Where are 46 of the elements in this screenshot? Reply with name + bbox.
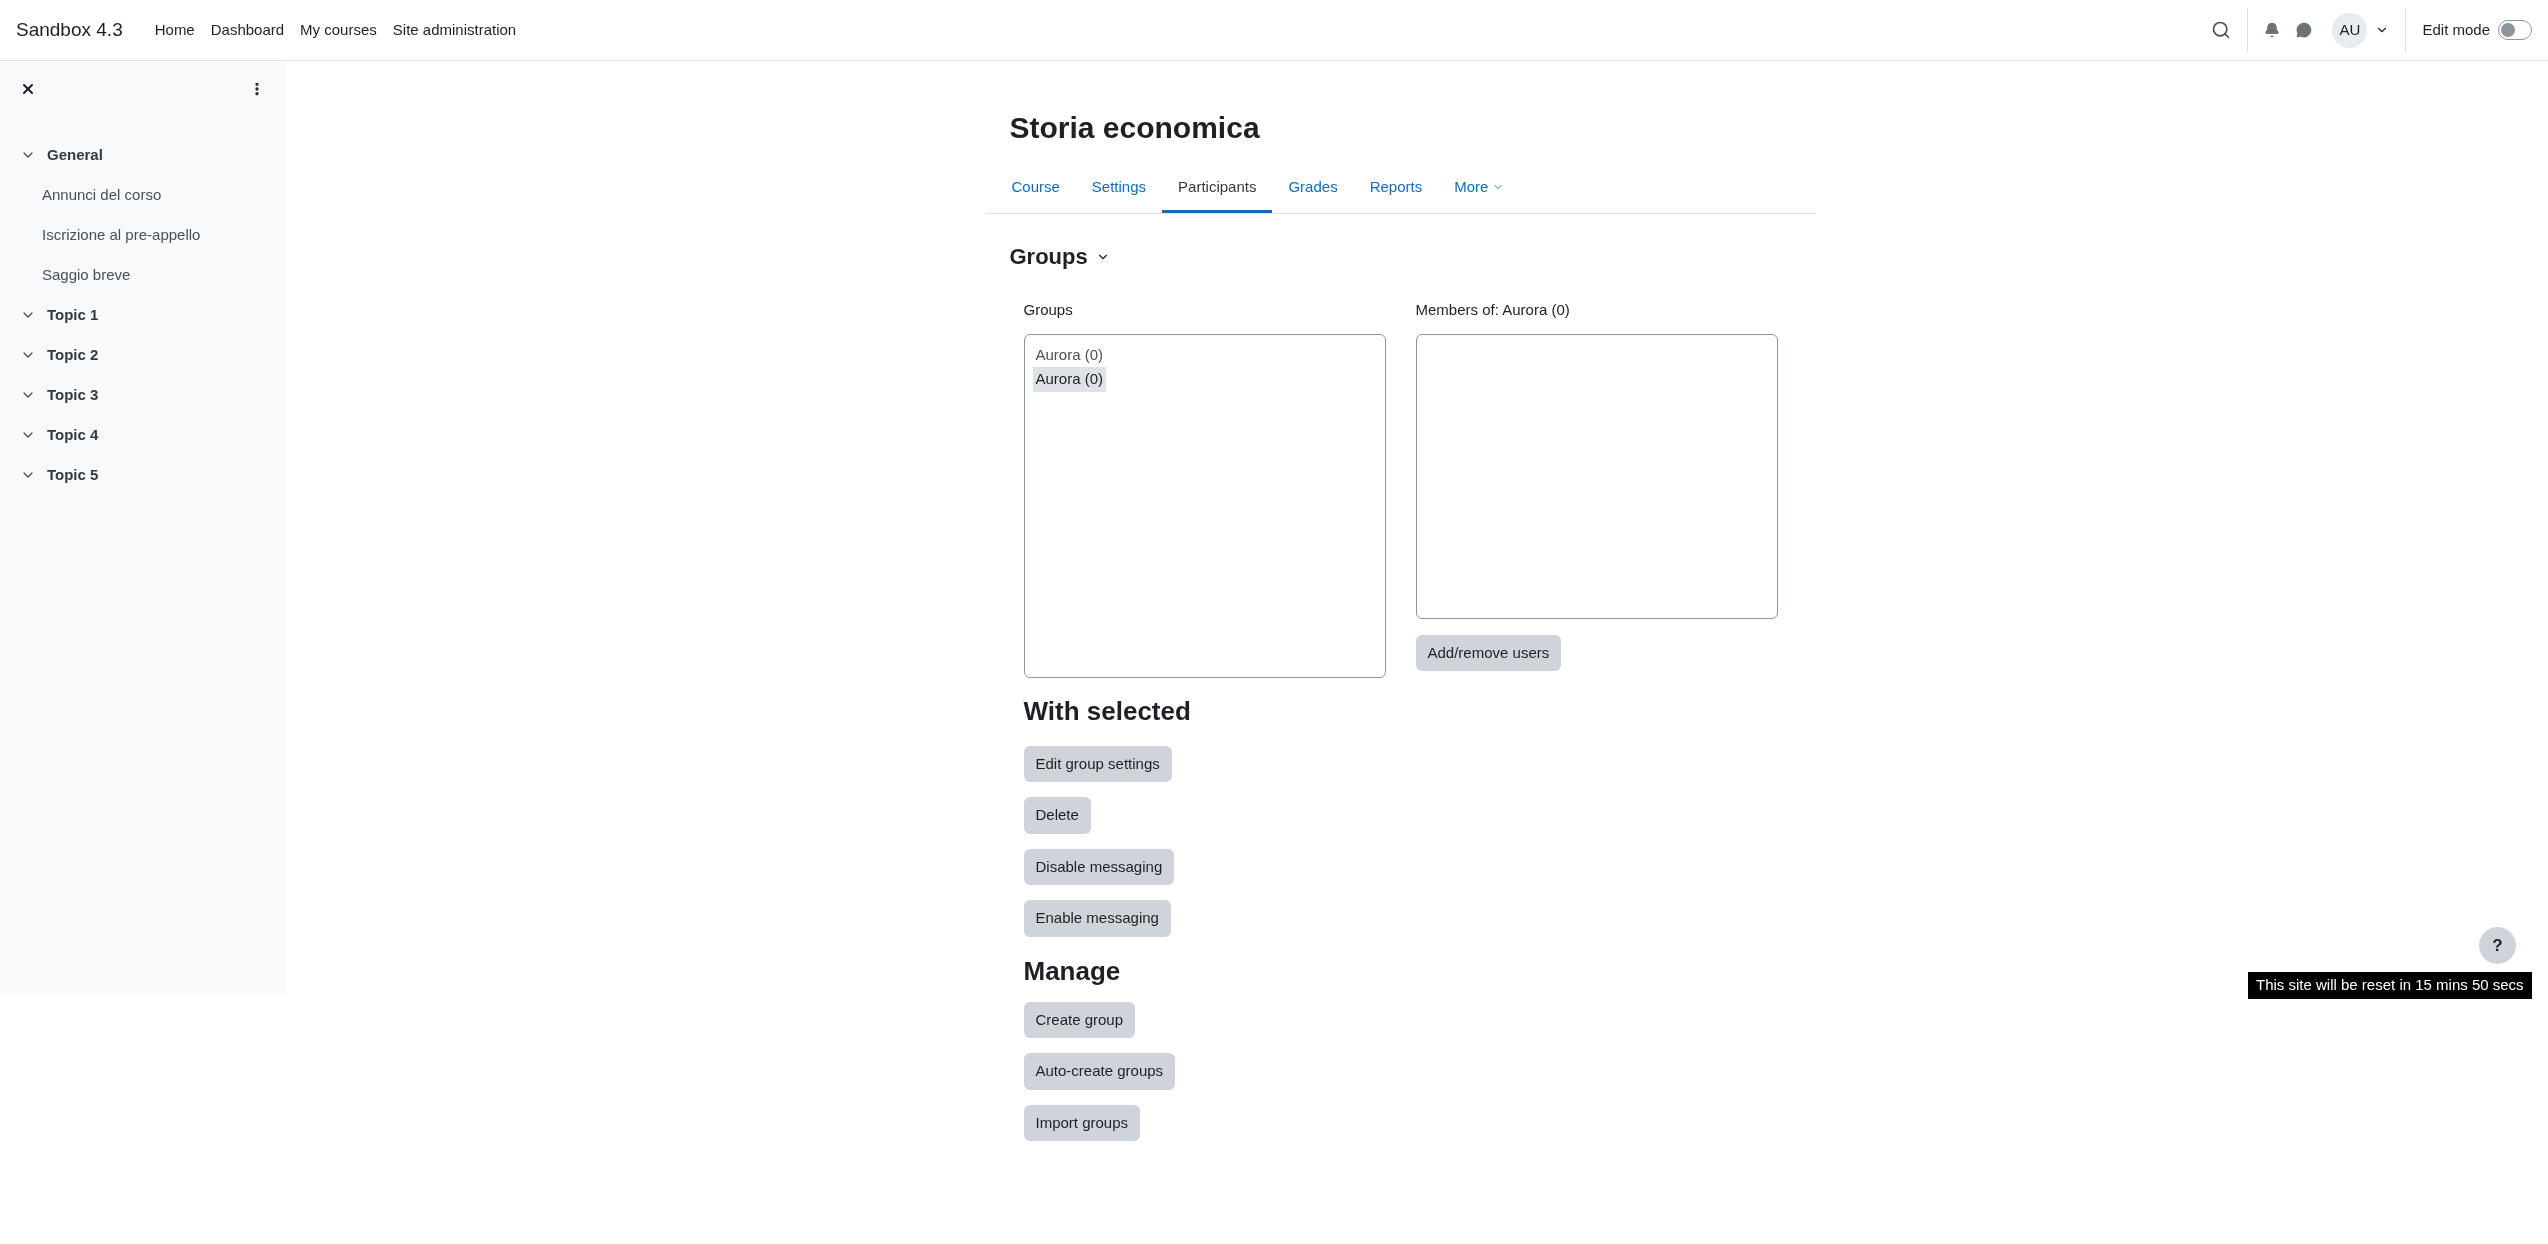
group-option[interactable]: Aurora (0) — [1032, 342, 1107, 367]
page-title: Storia economica — [1008, 110, 1261, 146]
section-heading: Manage — [1023, 954, 1122, 988]
edit-mode-toggle[interactable] — [2498, 20, 2532, 40]
section-link[interactable]: General — [47, 143, 103, 167]
nav-tab[interactable]: Participants — [1162, 164, 1273, 213]
action-button[interactable]: Add/remove users — [1415, 634, 1562, 671]
activity-link[interactable]: Annunci del corso — [42, 183, 162, 207]
nav-tab[interactable]: Settings — [1075, 164, 1163, 213]
action-button[interactable]: Delete — [1023, 797, 1091, 834]
site-brand[interactable]: Sandbox 4.3 — [16, 15, 123, 45]
section-link[interactable]: Topic 3 — [47, 383, 99, 407]
groups-listbox[interactable]: Aurora (0) Aurora (0) — [1023, 333, 1386, 678]
section-link[interactable]: Topic 1 — [47, 303, 99, 327]
search-icon[interactable] — [2211, 20, 2232, 40]
nav-tab[interactable]: Grades — [1272, 164, 1354, 213]
section-heading: Groups — [1009, 243, 1088, 271]
user-avatar[interactable]: AU — [2332, 12, 2368, 48]
section-heading: With selected — [1023, 694, 1192, 728]
nav-link[interactable]: Home — [154, 18, 195, 42]
activity-link[interactable]: Iscrizione al pre-appello — [42, 223, 201, 247]
nav-tab[interactable]: Course — [995, 164, 1076, 213]
action-button[interactable]: Auto-create groups — [1023, 1053, 1176, 1090]
nav-link[interactable]: Site administration — [392, 18, 517, 42]
edit-mode-label: Edit mode — [2422, 19, 2490, 40]
group-option[interactable]: Aurora (0) — [1032, 367, 1107, 392]
action-button[interactable]: Create group — [1023, 1001, 1136, 1038]
section-link[interactable]: Topic 5 — [47, 463, 99, 487]
reset-notice: This site will be reset in 15 mins 50 secs — [2248, 972, 2532, 999]
action-button[interactable]: Import groups — [1023, 1104, 1141, 1141]
activity-link[interactable]: Saggio breve — [42, 263, 131, 287]
nav-tab[interactable]: Reports — [1353, 164, 1439, 213]
nav-link[interactable]: Dashboard — [210, 18, 285, 42]
action-button[interactable]: Disable messaging — [1023, 848, 1175, 885]
action-button[interactable]: Enable messaging — [1023, 900, 1171, 937]
nav-link[interactable]: My courses — [300, 18, 377, 42]
field-label: Groups — [1023, 300, 1074, 320]
field-label: Members of: Aurora (0) — [1415, 300, 1571, 320]
section-link[interactable]: Topic 4 — [47, 423, 99, 447]
action-button[interactable]: Edit group settings — [1023, 745, 1172, 782]
close-icon[interactable] — [20, 81, 36, 97]
section-link[interactable]: Topic 2 — [47, 343, 99, 367]
nav-tab[interactable]: More — [1438, 164, 1521, 213]
chat-icon[interactable] — [2296, 22, 2313, 38]
help-button[interactable]: ? — [2479, 927, 2516, 964]
bell-icon[interactable] — [2264, 22, 2281, 38]
